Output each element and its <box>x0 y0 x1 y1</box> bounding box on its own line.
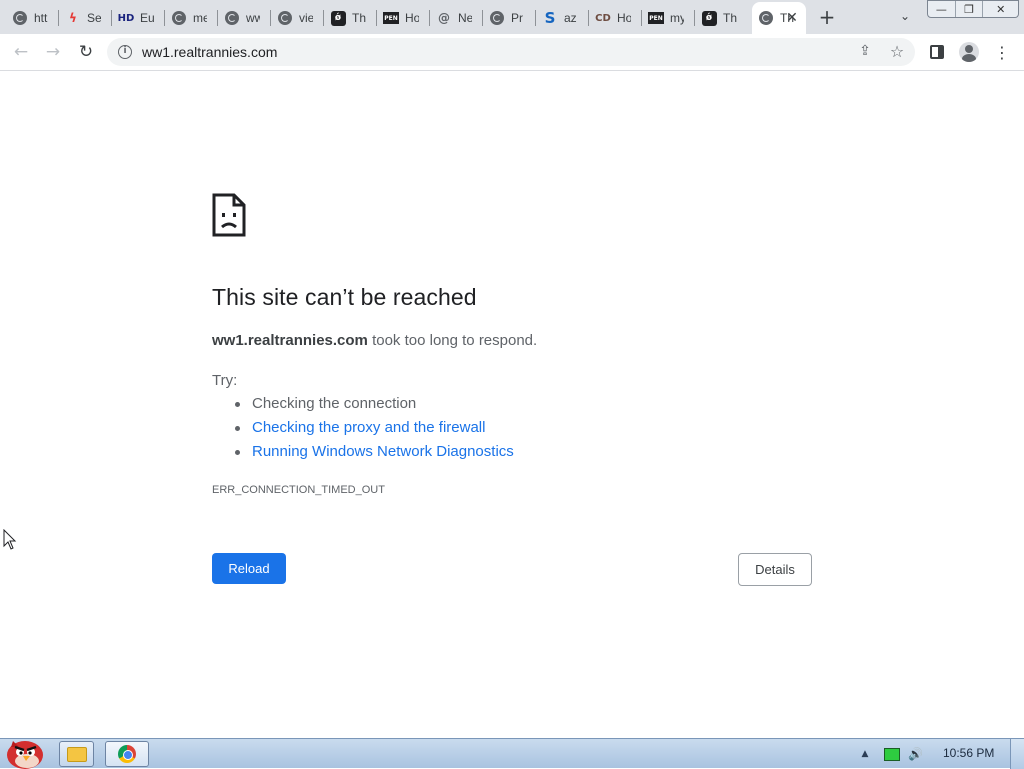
start-button-angry-bird-icon[interactable] <box>3 731 49 769</box>
page-content: This site can’t be reached ww1.realtrann… <box>0 72 1024 738</box>
chrome-icon <box>118 745 136 763</box>
forward-button[interactable]: → <box>41 40 65 64</box>
share-icon[interactable]: ⇪ <box>856 43 874 61</box>
globe-icon <box>489 10 505 26</box>
tab-strip: htt ϟ Se HD Eu me ww vie ǿ Th PEN Ho @ Ne Pr Saz CD Ho PEN… <box>0 0 1024 34</box>
show-hidden-icons-arrow[interactable]: ▲ <box>858 749 872 759</box>
tab-title: Ne <box>458 11 472 25</box>
tab-14[interactable]: ǿ Th <box>695 4 746 32</box>
error-code: ERR_CONNECTION_TIMED_OUT <box>212 484 385 496</box>
tab-title: Ho <box>617 11 631 25</box>
tab-2[interactable]: ϟ Se <box>59 4 110 32</box>
show-desktop-button[interactable] <box>1010 739 1024 769</box>
suggestion-network-diagnostics-link[interactable]: Running Windows Network Diagnostics <box>232 443 514 467</box>
window-controls: — ❐ ✕ <box>927 0 1019 18</box>
dark-square-icon: ǿ <box>701 10 717 26</box>
address-bar[interactable]: i ww1.realtrannies.com ⇪ ☆ <box>107 38 915 66</box>
try-label: Try: <box>212 372 238 389</box>
tab-8[interactable]: PEN Ho <box>377 4 428 32</box>
tab-title: Ho <box>405 11 419 25</box>
pen-box-icon: PEN <box>383 10 399 26</box>
tab-title: htt <box>34 11 48 25</box>
tab-title: Eu <box>140 11 154 25</box>
suggestion-list: Checking the connection Checking the pro… <box>232 395 514 467</box>
globe-icon <box>12 10 28 26</box>
taskbar-clock[interactable]: 10:56 PM <box>943 746 994 760</box>
new-tab-button[interactable]: + <box>815 7 839 29</box>
site-info-icon[interactable]: i <box>118 45 132 59</box>
tab-6[interactable]: vie <box>271 4 322 32</box>
pen-box-icon: PEN <box>648 10 664 26</box>
profile-button[interactable] <box>959 42 979 62</box>
bookmark-star-icon[interactable]: ☆ <box>888 42 906 61</box>
tab-title: me <box>193 11 207 25</box>
browser-toolbar: ← → ↻ i ww1.realtrannies.com ⇪ ☆ ⋮ <box>0 34 1024 71</box>
error-title: This site can’t be reached <box>212 284 477 310</box>
globe-icon <box>171 10 187 26</box>
volume-icon[interactable]: 🔊 <box>908 747 926 761</box>
sad-document-icon <box>212 193 246 237</box>
maximize-button[interactable]: ❐ <box>956 1 984 17</box>
mouse-cursor-icon <box>3 529 17 550</box>
avatar-icon <box>959 42 979 62</box>
taskbar-chrome-button[interactable] <box>105 741 149 767</box>
tab-title: Se <box>87 11 101 25</box>
tab-5[interactable]: ww <box>218 4 269 32</box>
tab-1[interactable]: htt <box>6 4 57 32</box>
side-panel-icon <box>930 45 944 59</box>
side-panel-button[interactable] <box>927 42 947 62</box>
error-description: ww1.realtrannies.com took too long to re… <box>212 332 537 349</box>
taskbar-explorer-button[interactable] <box>59 741 94 767</box>
tab-title: my <box>670 11 684 25</box>
tab-13[interactable]: PEN my <box>642 4 693 32</box>
dark-square-icon: ǿ <box>330 10 346 26</box>
tab-7[interactable]: ǿ Th <box>324 4 375 32</box>
globe-icon <box>758 10 774 26</box>
tab-active[interactable]: Th ✕ <box>752 2 806 34</box>
browser-menu-button[interactable]: ⋮ <box>992 42 1012 62</box>
tab-3[interactable]: HD Eu <box>112 4 163 32</box>
at-sign-icon: @ <box>438 11 450 25</box>
tab-title: az <box>564 11 577 25</box>
tab-title: Th <box>352 11 366 25</box>
url-text[interactable]: ww1.realtrannies.com <box>142 44 277 60</box>
globe-icon <box>277 10 293 26</box>
tab-9[interactable]: @ Ne <box>430 4 481 32</box>
suggestion-check-connection: Checking the connection <box>232 395 514 419</box>
reload-button[interactable]: Reload <box>212 553 286 584</box>
error-description-text: took too long to respond. <box>367 332 538 349</box>
tab-10[interactable]: Pr <box>483 4 534 32</box>
back-button[interactable]: ← <box>9 40 33 64</box>
hd-icon: HD <box>117 12 135 24</box>
system-tray: ▲ 🔊 <box>858 746 926 762</box>
tab-title: Pr <box>511 11 523 25</box>
network-icon[interactable] <box>884 747 900 761</box>
tab-12[interactable]: CD Ho <box>589 4 640 32</box>
s-icon: S <box>544 9 556 27</box>
tab-title: ww <box>246 11 260 25</box>
red-bolt-icon: ϟ <box>69 11 77 25</box>
tab-search-chevron-icon[interactable]: ⌄ <box>895 9 915 25</box>
minimize-button[interactable]: — <box>928 1 956 17</box>
close-tab-icon[interactable]: ✕ <box>784 10 800 26</box>
cd-icon: CD <box>595 12 611 24</box>
details-button[interactable]: Details <box>738 553 812 586</box>
windows-taskbar: ▲ 🔊 10:56 PM <box>0 738 1024 769</box>
tab-title: vie <box>299 11 313 25</box>
reload-page-button[interactable]: ↻ <box>74 40 98 64</box>
folder-icon <box>66 746 87 762</box>
tab-4[interactable]: me <box>165 4 216 32</box>
tab-title: Th <box>723 11 737 25</box>
tab-11[interactable]: Saz <box>536 4 587 32</box>
error-host: ww1.realtrannies.com <box>212 332 368 349</box>
close-window-button[interactable]: ✕ <box>983 1 1018 17</box>
globe-icon <box>224 10 240 26</box>
suggestion-proxy-firewall-link[interactable]: Checking the proxy and the firewall <box>232 419 514 443</box>
